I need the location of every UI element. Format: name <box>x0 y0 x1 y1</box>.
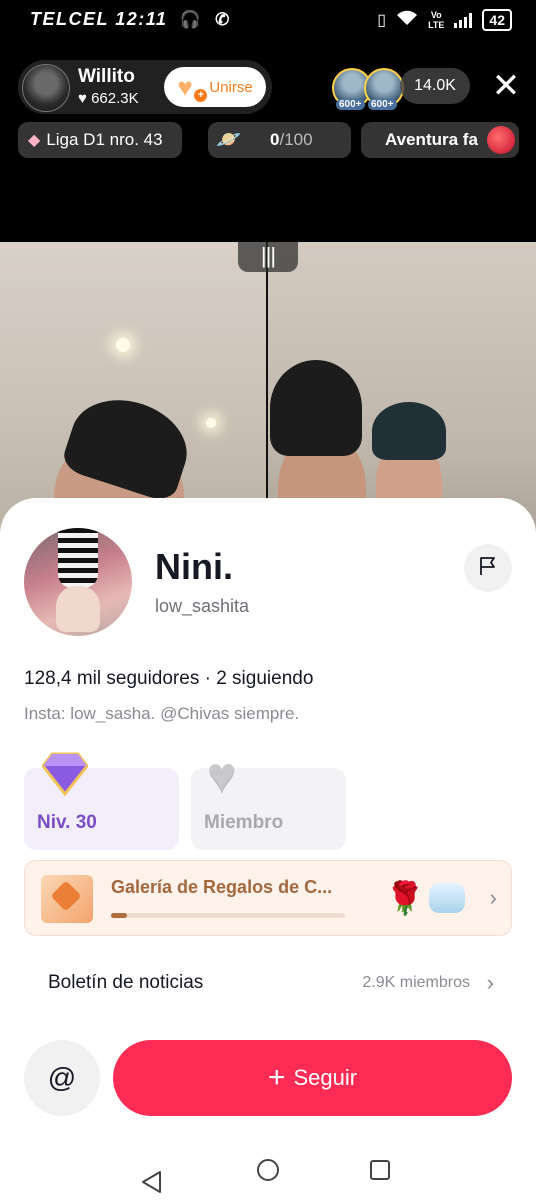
signal-icon <box>454 12 473 28</box>
profile-handle: low_sashita <box>155 596 250 616</box>
member-label: Miembro <box>204 812 284 833</box>
viewer-avatar[interactable]: 600+ <box>364 68 404 110</box>
level-label: Niv. 30 <box>37 812 97 833</box>
live-video[interactable] <box>0 242 536 542</box>
newsletter-members: 2.9K miembros <box>362 974 470 991</box>
vibrate-icon: ▯ <box>377 12 387 29</box>
host-avatar[interactable] <box>22 64 70 112</box>
viewer-count[interactable]: 14.0K <box>400 68 470 104</box>
home-nav-icon[interactable] <box>256 1158 280 1182</box>
status-right: ▯ Vo LTE 42 <box>377 9 512 31</box>
newsletter-title: Boletín de noticias <box>48 972 204 993</box>
plus-icon: + <box>267 1061 286 1094</box>
carrier-label: TELCEL <box>30 9 109 29</box>
mention-button[interactable]: @ <box>24 1040 100 1116</box>
member-badge[interactable]: ♥ Miembro <box>191 750 346 850</box>
followers-stats[interactable]: 128,4 mil seguidores · 2 siguiendo <box>24 668 313 690</box>
profile-bio: Insta: low_sasha. @Chivas siempre. <box>24 704 300 723</box>
ring-progress: 0/100 <box>270 130 313 149</box>
whatsapp-icon: ✆ <box>215 10 231 30</box>
flag-icon <box>477 555 499 582</box>
join-button[interactable]: ♥ + Unirse <box>164 67 266 107</box>
status-time: 12:11 <box>115 9 168 29</box>
viewer-badge: 600+ <box>336 99 365 110</box>
gift-gallery[interactable]: Galería de Regalos de C... 🌹 › <box>24 860 512 936</box>
follow-button[interactable]: + Seguir <box>113 1040 512 1116</box>
beanie <box>270 360 362 456</box>
ring-progress-chip[interactable]: 🪐 0/100 <box>208 122 351 158</box>
recents-nav-icon[interactable] <box>369 1159 391 1181</box>
planet-icon: 🪐 <box>216 129 241 151</box>
adventure-chip[interactable]: Aventura fa <box>361 122 519 158</box>
camera-right <box>268 242 536 542</box>
chevron-right-icon: › <box>489 885 497 910</box>
ceiling-light <box>116 338 130 352</box>
adventure-label: Aventura fa <box>385 130 478 149</box>
gallery-progress-bar <box>111 913 345 918</box>
host-card[interactable]: Willito ♥ 662.3K ♥ + Unirse <box>18 60 272 114</box>
fruit-icon <box>487 126 515 154</box>
headphones-icon: 🎧 <box>179 10 203 30</box>
profile-sheet: Nini. low_sashita 128,4 mil seguidores ·… <box>0 498 536 1140</box>
viewer-badge: 600+ <box>368 99 397 110</box>
follow-label: Seguir <box>293 1065 358 1090</box>
gallery-icon <box>41 875 93 923</box>
top-viewers[interactable]: 600+ 600+ <box>332 68 404 110</box>
wifi-icon <box>396 10 418 31</box>
status-left: TELCEL 12:11 🎧 ✆ <box>30 9 231 30</box>
level-badge[interactable]: Niv. 30 <box>24 752 179 850</box>
gallery-title: Galería de Regalos de C... <box>111 877 333 897</box>
battery-indicator: 42 <box>482 9 512 31</box>
chevron-right-icon: › <box>486 970 494 995</box>
camera-left <box>0 242 266 542</box>
system-nav-bar <box>0 1140 536 1200</box>
report-button[interactable] <box>464 544 512 592</box>
split-view-handle-icon[interactable]: ||| <box>238 242 298 272</box>
fan-club-heart-icon: ♥ + <box>177 74 208 102</box>
profile-avatar[interactable] <box>24 528 132 636</box>
rose-icon: 🌹 <box>385 880 425 916</box>
back-nav-icon[interactable] <box>140 1158 161 1193</box>
beanie <box>372 402 446 460</box>
ceiling-light <box>206 418 216 428</box>
status-bar: TELCEL 12:11 🎧 ✆ ▯ Vo LTE 42 <box>0 0 536 42</box>
join-label: Unirse <box>209 78 253 96</box>
close-icon[interactable]: ✕ <box>490 69 522 103</box>
diamond-icon <box>42 752 88 796</box>
host-name: Willito <box>78 66 135 87</box>
gem-icon: ◆ <box>28 132 41 149</box>
league-label: Liga D1 nro. 43 <box>46 130 163 149</box>
league-chip[interactable]: ◆ Liga D1 nro. 43 <box>18 122 182 158</box>
heart-icon: ♥ <box>207 747 237 803</box>
lte-indicator: Vo LTE <box>428 10 445 30</box>
host-likes: ♥ 662.3K <box>78 90 139 107</box>
profile-name: Nini. <box>155 546 233 587</box>
heart-icon: ♥ <box>78 90 87 107</box>
ice-gift-icon <box>429 883 465 913</box>
